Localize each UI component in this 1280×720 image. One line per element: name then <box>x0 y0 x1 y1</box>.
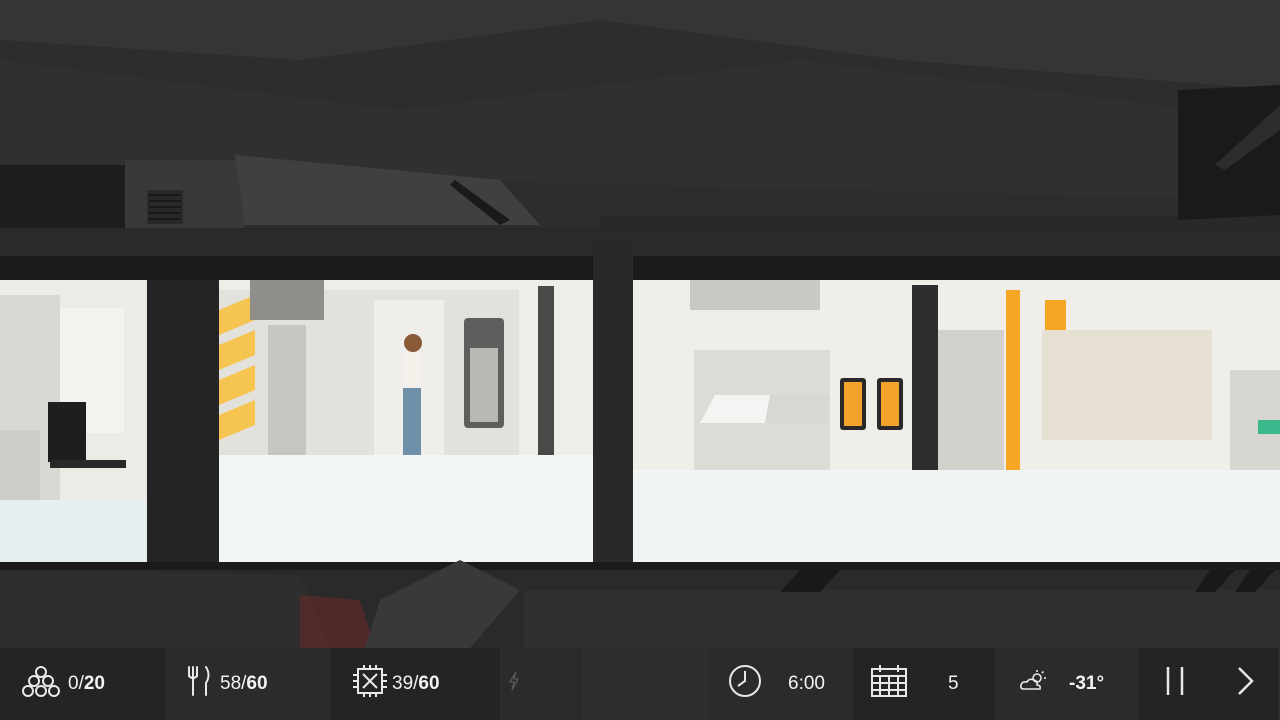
food-counter[interactable]: 58/60 <box>166 648 330 720</box>
time-value: 6:00 <box>788 673 825 694</box>
hud-gap <box>582 648 708 720</box>
cloudy-sun-icon <box>1019 669 1049 699</box>
chevron-right-icon[interactable] <box>1234 665 1256 703</box>
survivors-value: 0/20 <box>68 673 105 694</box>
bunker-cross-section <box>0 0 1280 648</box>
fork-knife-icon <box>186 665 212 703</box>
day-value: 5 <box>948 673 959 694</box>
parts-value: 39/60 <box>392 673 440 694</box>
survivors-counter[interactable]: 0/20 <box>0 648 166 720</box>
vent-grille <box>147 190 183 224</box>
room-research <box>633 280 1280 562</box>
calendar-icon <box>870 664 908 704</box>
temperature-value: -31° <box>1069 673 1105 694</box>
food-value: 58/60 <box>220 673 268 694</box>
clock-icon <box>728 664 762 704</box>
microchip-icon <box>352 665 388 703</box>
survivor-character <box>400 334 424 462</box>
lightning-icon <box>508 671 520 697</box>
roof-vent-block <box>0 165 125 230</box>
room-storage-left <box>0 280 147 562</box>
time-controls <box>1139 648 1278 720</box>
parts-counter[interactable]: 39/60 <box>330 648 500 720</box>
room-medical <box>219 280 593 562</box>
game-scene <box>0 0 1280 648</box>
resource-bar: 0/20 58/60 39/60 6:00 5 -31° <box>0 648 1280 720</box>
time-display: 6:00 <box>708 648 853 720</box>
pause-icon[interactable] <box>1161 665 1189 703</box>
people-group-icon <box>22 665 60 703</box>
power-indicator[interactable] <box>500 648 582 720</box>
day-display: 5 <box>853 648 995 720</box>
temperature-display: -31° <box>995 648 1139 720</box>
